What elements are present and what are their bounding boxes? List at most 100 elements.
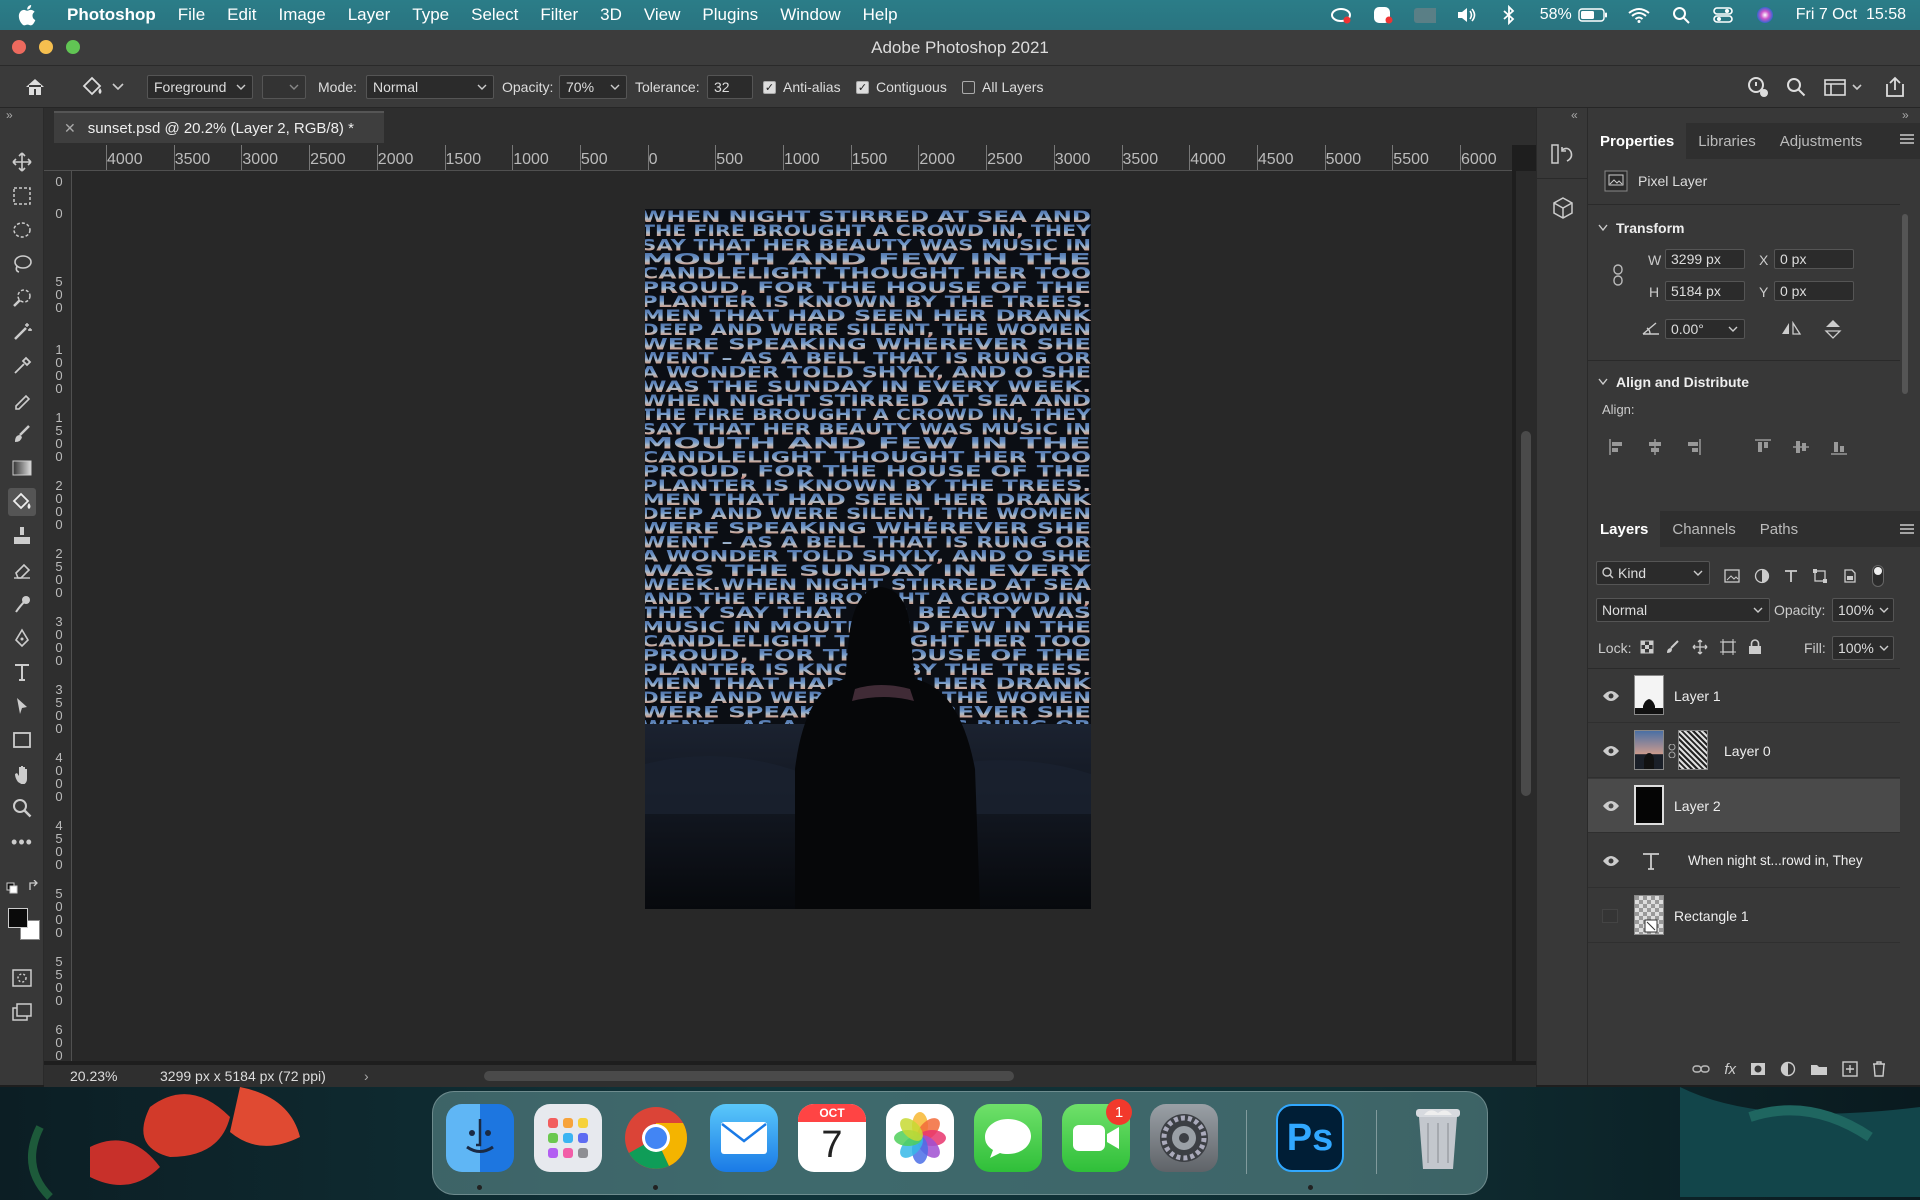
system-preferences-dock-icon[interactable] [1150, 1104, 1218, 1172]
pen-tool-icon[interactable] [8, 624, 36, 652]
share-button[interactable] [1884, 66, 1906, 108]
screen-mode-icon[interactable] [8, 998, 36, 1026]
mode-dropdown[interactable]: Normal [366, 75, 494, 99]
layer-row-rectangle-1[interactable]: Rectangle 1 [1588, 889, 1900, 943]
menu-window[interactable]: Window [769, 5, 851, 25]
filter-shape-icon[interactable] [1812, 568, 1828, 584]
hand-tool-icon[interactable] [8, 760, 36, 788]
align-top-icon[interactable] [1754, 438, 1772, 456]
lock-pixels-icon[interactable] [1666, 640, 1680, 654]
workspace-button[interactable] [1824, 66, 1864, 108]
menu-edit[interactable]: Edit [216, 5, 267, 25]
launchpad-dock-icon[interactable] [534, 1104, 602, 1172]
link-layers-icon[interactable] [1692, 1063, 1711, 1075]
quick-mask-icon[interactable] [8, 964, 36, 992]
document-info[interactable]: 3299 px x 5184 px (72 ppi) [160, 1068, 326, 1084]
paint-bucket-tool-icon[interactable] [8, 488, 36, 516]
menu-help[interactable]: Help [852, 5, 909, 25]
filter-pixel-icon[interactable] [1724, 569, 1740, 583]
align-bottom-icon[interactable] [1830, 438, 1848, 456]
foreground-color-swatch[interactable] [8, 908, 28, 928]
menu-layer[interactable]: Layer [337, 5, 402, 25]
menu-file[interactable]: File [167, 5, 216, 25]
teams-icon[interactable] [1372, 4, 1394, 26]
transform-section-header[interactable]: Transform [1598, 220, 1684, 236]
tab-layers[interactable]: Layers [1588, 511, 1661, 547]
eraser-tool-icon[interactable] [8, 556, 36, 584]
eyedropper-icon[interactable] [8, 352, 36, 380]
align-section-header[interactable]: Align and Distribute [1598, 374, 1749, 390]
lock-transparent-icon[interactable] [1640, 640, 1654, 654]
visibility-eye-icon[interactable] [1602, 689, 1620, 703]
layer-name[interactable]: Rectangle 1 [1674, 908, 1749, 924]
vertical-scrollbar-track[interactable] [1516, 171, 1536, 1061]
collapse-panels-icon[interactable]: « [1571, 108, 1578, 122]
history-panel-icon[interactable] [1550, 142, 1574, 166]
lock-position-icon[interactable] [1692, 639, 1708, 655]
panel-menu-icon[interactable] [1900, 133, 1914, 145]
fill-source-dropdown[interactable]: Foreground [147, 75, 253, 99]
horizontal-ruler[interactable]: 4000 3500 3000 2500 2000 1500 1000 500 0 500 1000 1… [62, 145, 1512, 171]
align-right-icon[interactable] [1684, 438, 1702, 456]
photos-dock-icon[interactable] [886, 1104, 954, 1172]
siri-icon[interactable] [1754, 4, 1776, 26]
rectangle-tool-icon[interactable] [8, 726, 36, 754]
filter-smart-object-icon[interactable] [1842, 568, 1858, 584]
lasso-tool-icon[interactable] [8, 250, 36, 278]
horizontal-scrollbar-thumb[interactable] [484, 1071, 1014, 1081]
document-canvas[interactable]: WHEN NIGHT STIRRED AT SEA AND THE FIRE BR… [645, 209, 1091, 909]
tab-libraries[interactable]: Libraries [1686, 123, 1768, 159]
menu-filter[interactable]: Filter [529, 5, 589, 25]
height-field[interactable]: 5184 px [1665, 281, 1745, 301]
clone-stamp-icon[interactable] [8, 522, 36, 550]
layer-row-text[interactable]: When night st...rowd in, They [1588, 834, 1900, 888]
new-layer-icon[interactable] [1842, 1061, 1858, 1077]
collapse-right-icon[interactable]: » [1902, 108, 1909, 122]
layer-mask-thumbnail[interactable] [1678, 730, 1708, 770]
layers-panel-menu-icon[interactable] [1900, 523, 1914, 535]
mask-link-icon[interactable] [1668, 744, 1676, 758]
layer-name[interactable]: When night st...rowd in, They [1688, 853, 1863, 868]
vertical-scrollbar-thumb[interactable] [1521, 431, 1531, 796]
new-adjustment-icon[interactable] [1780, 1061, 1796, 1077]
link-dimensions-icon[interactable] [1612, 264, 1624, 286]
filter-type-icon[interactable] [1784, 569, 1798, 583]
menu-app-name[interactable]: Photoshop [56, 5, 167, 25]
menu-select[interactable]: Select [460, 5, 529, 25]
trash-dock-icon[interactable] [1404, 1104, 1472, 1172]
marquee-tool-icon[interactable] [8, 182, 36, 210]
filter-toggle[interactable] [1872, 565, 1884, 587]
ellipse-marquee-icon[interactable] [8, 216, 36, 244]
properties-scrollbar[interactable] [1902, 214, 1908, 394]
menu-type[interactable]: Type [401, 5, 460, 25]
magic-wand-icon[interactable] [8, 318, 36, 346]
tab-paths[interactable]: Paths [1748, 511, 1810, 547]
fill-field[interactable]: 100% [1832, 636, 1894, 660]
spotlight-search-icon[interactable] [1670, 4, 1692, 26]
align-left-icon[interactable] [1608, 438, 1626, 456]
chrome-dock-icon[interactable] [622, 1104, 690, 1172]
add-mask-icon[interactable] [1750, 1062, 1766, 1076]
status-menu-icon[interactable]: › [364, 1068, 369, 1084]
vertical-ruler[interactable]: 0 0 500 1000 1500 2000 2500 3000 3500 4000 4500 500… [44, 171, 72, 1061]
delete-layer-icon[interactable] [1872, 1061, 1886, 1077]
path-selection-icon[interactable] [8, 692, 36, 720]
type-tool-icon[interactable] [8, 658, 36, 686]
document-tab[interactable]: ✕ sunset.psd @ 20.2% (Layer 2, RGB/8) * [54, 111, 384, 143]
healing-brush-icon[interactable] [8, 386, 36, 414]
lock-artboard-icon[interactable] [1720, 639, 1736, 655]
anti-alias-checkbox[interactable]: ✓ Anti-alias [763, 66, 841, 108]
default-colors-icon[interactable] [6, 882, 18, 894]
visibility-eye-icon[interactable] [1602, 799, 1620, 813]
window-minimize-button[interactable] [39, 40, 53, 54]
layer-name[interactable]: Layer 1 [1674, 688, 1721, 704]
smudge-tool-icon[interactable] [8, 590, 36, 618]
lock-all-icon[interactable] [1748, 639, 1762, 655]
blend-mode-dropdown[interactable]: Normal [1596, 598, 1770, 622]
align-middle-v-icon[interactable] [1792, 438, 1810, 456]
new-group-icon[interactable] [1810, 1062, 1828, 1076]
tolerance-field[interactable]: 32 [707, 75, 753, 99]
search-button[interactable] [1786, 66, 1806, 108]
clock[interactable]: Fri 7 Oct 15:58 [1796, 6, 1906, 24]
window-zoom-button[interactable] [66, 40, 80, 54]
